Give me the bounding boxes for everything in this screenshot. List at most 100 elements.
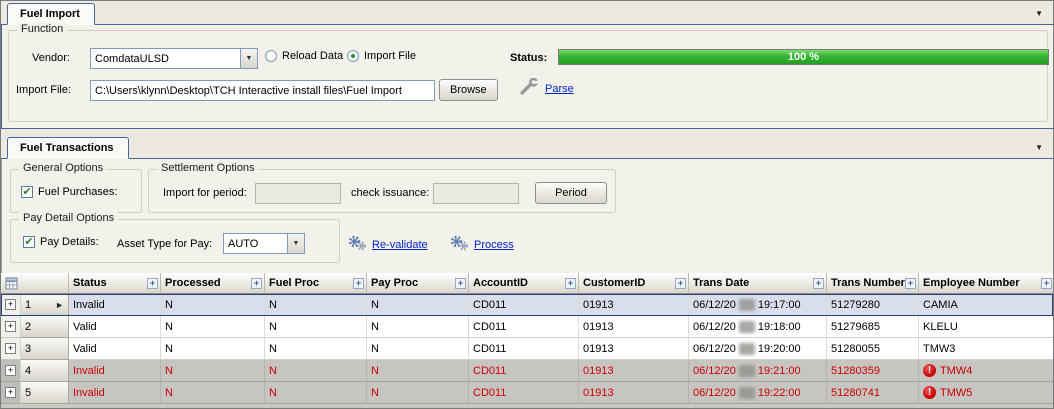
browse-button[interactable]: Browse [439, 79, 498, 101]
column-options-icon[interactable]: + [905, 278, 916, 289]
cell-fuel_proc[interactable]: N [265, 382, 367, 404]
asset-type-combobox[interactable]: AUTO ▼ [223, 233, 305, 254]
cell-trans_date[interactable]: 06/12/2019:18:00 [689, 316, 827, 338]
cell-customer_id[interactable]: 01913 [579, 316, 689, 338]
cell-processed[interactable]: N [161, 360, 265, 382]
row-expand-button[interactable]: + [1, 382, 21, 404]
column-header-trans_number[interactable]: Trans Number+ [827, 273, 919, 294]
row-header[interactable]: 4 [21, 360, 69, 382]
column-options-icon[interactable]: + [675, 278, 686, 289]
cell-status[interactable]: Invalid [69, 382, 161, 404]
column-options-icon[interactable]: + [813, 278, 824, 289]
column-header-processed[interactable]: Processed+ [161, 273, 265, 294]
expand-plus-icon[interactable]: + [5, 365, 16, 376]
row-expand-button[interactable]: + [1, 360, 21, 382]
column-options-icon[interactable]: + [251, 278, 262, 289]
column-header-status[interactable]: Status+ [69, 273, 161, 294]
parse-link[interactable]: Parse [545, 83, 574, 95]
cell-fuel_proc[interactable]: N [265, 338, 367, 360]
cell-customer_id[interactable]: 01913 [579, 294, 689, 316]
cell-employee[interactable]: CAMIA [919, 294, 1053, 316]
fuel-purchases-checkbox[interactable]: ✔ Fuel Purchases: [21, 186, 117, 198]
cell-status[interactable]: Invalid [69, 360, 161, 382]
cell-fuel_proc[interactable]: N [265, 360, 367, 382]
cell-pay_proc[interactable]: N [367, 338, 469, 360]
radio-import-file[interactable]: Import File [347, 50, 416, 62]
revalidate-link[interactable]: Re-validate [372, 239, 428, 251]
row-expand-button[interactable]: + [1, 294, 21, 316]
radio-reload-data[interactable]: Reload Data [265, 50, 343, 62]
cell-trans_number[interactable]: 51279280 [827, 294, 919, 316]
cell-status[interactable]: Invalid [69, 294, 161, 316]
cell-customer_id[interactable]: 01913 [579, 382, 689, 404]
cell-employee[interactable]: !TMW5 [919, 382, 1053, 404]
cell-employee[interactable]: KLELU [919, 316, 1053, 338]
cell-trans_date[interactable]: 06/12/2019:22:00 [689, 382, 827, 404]
column-options-icon[interactable]: + [455, 278, 466, 289]
cell-processed[interactable]: N [161, 338, 265, 360]
expand-plus-icon[interactable]: + [5, 321, 16, 332]
cell-status[interactable]: Valid [69, 316, 161, 338]
table-row[interactable]: +4InvalidNNNCD0110191306/12/2019:21:0051… [1, 360, 1053, 382]
cell-trans_date[interactable]: 06/12/2019:17:00 [689, 294, 827, 316]
row-header[interactable]: 1► [21, 294, 69, 316]
import-period-input[interactable] [255, 183, 341, 204]
table-row[interactable]: +2ValidNNNCD0110191306/12/2019:18:005127… [1, 316, 1053, 338]
tab-overflow-icon[interactable]: ▼ [1035, 143, 1043, 152]
cell-trans_number[interactable]: 51280359 [827, 360, 919, 382]
import-file-input[interactable] [90, 80, 435, 101]
cell-customer_id[interactable]: 01913 [579, 338, 689, 360]
pay-details-checkbox[interactable]: ✔ Pay Details: [23, 236, 99, 248]
process-link[interactable]: Process [474, 239, 514, 251]
cell-fuel_proc[interactable]: N [265, 316, 367, 338]
cell-status[interactable]: Valid [69, 338, 161, 360]
column-options-icon[interactable]: + [565, 278, 576, 289]
cell-account_id[interactable]: CD011 [469, 294, 579, 316]
expand-plus-icon[interactable]: + [5, 299, 16, 310]
cell-account_id[interactable]: CD011 [469, 316, 579, 338]
row-header[interactable]: 5 [21, 382, 69, 404]
cell-employee[interactable]: TMW3 [919, 338, 1053, 360]
column-options-icon[interactable]: + [353, 278, 364, 289]
column-header-account_id[interactable]: AccountID+ [469, 273, 579, 294]
expand-plus-icon[interactable]: + [5, 343, 16, 354]
row-header[interactable]: 3 [21, 338, 69, 360]
cell-pay_proc[interactable]: N [367, 382, 469, 404]
cell-employee[interactable]: !TMW4 [919, 360, 1053, 382]
cell-processed[interactable]: N [161, 382, 265, 404]
cell-trans_date[interactable]: 06/12/2019:21:00 [689, 360, 827, 382]
cell-trans_number[interactable]: 51280741 [827, 382, 919, 404]
expand-plus-icon[interactable]: + [5, 387, 16, 398]
column-options-icon[interactable]: + [147, 278, 158, 289]
cell-customer_id[interactable]: 01913 [579, 360, 689, 382]
table-row[interactable]: +5InvalidNNNCD0110191306/12/2019:22:0051… [1, 382, 1053, 404]
cell-pay_proc[interactable]: N [367, 316, 469, 338]
row-expand-button[interactable]: + [1, 316, 21, 338]
cell-account_id[interactable]: CD011 [469, 360, 579, 382]
column-header-pay_proc[interactable]: Pay Proc+ [367, 273, 469, 294]
column-header-employee[interactable]: Employee Number+ [919, 273, 1053, 294]
tab-fuel-transactions[interactable]: Fuel Transactions [7, 137, 129, 159]
tab-fuel-import[interactable]: Fuel Import [7, 3, 95, 25]
column-options-icon[interactable]: + [1041, 278, 1052, 289]
period-button[interactable]: Period [535, 182, 607, 204]
cell-trans_number[interactable]: 51279685 [827, 316, 919, 338]
table-row[interactable]: +1►InvalidNNNCD0110191306/12/2019:17:005… [1, 294, 1053, 316]
cell-trans_date[interactable]: 06/12/2019:20:00 [689, 338, 827, 360]
cell-account_id[interactable]: CD011 [469, 338, 579, 360]
cell-processed[interactable]: N [161, 316, 265, 338]
check-issuance-input[interactable] [433, 183, 519, 204]
dropdown-arrow-icon[interactable]: ▼ [287, 234, 304, 253]
row-header[interactable]: 2 [21, 316, 69, 338]
cell-processed[interactable]: N [161, 294, 265, 316]
column-header-trans_date[interactable]: Trans Date+ [689, 273, 827, 294]
row-expand-button[interactable]: + [1, 338, 21, 360]
dropdown-arrow-icon[interactable]: ▼ [240, 49, 257, 68]
cell-pay_proc[interactable]: N [367, 360, 469, 382]
cell-trans_number[interactable]: 51280055 [827, 338, 919, 360]
vendor-combobox[interactable]: ComdataULSD ▼ [90, 48, 258, 69]
cell-account_id[interactable]: CD011 [469, 382, 579, 404]
grid-corner-cell[interactable] [1, 273, 69, 294]
cell-fuel_proc[interactable]: N [265, 294, 367, 316]
cell-pay_proc[interactable]: N [367, 294, 469, 316]
